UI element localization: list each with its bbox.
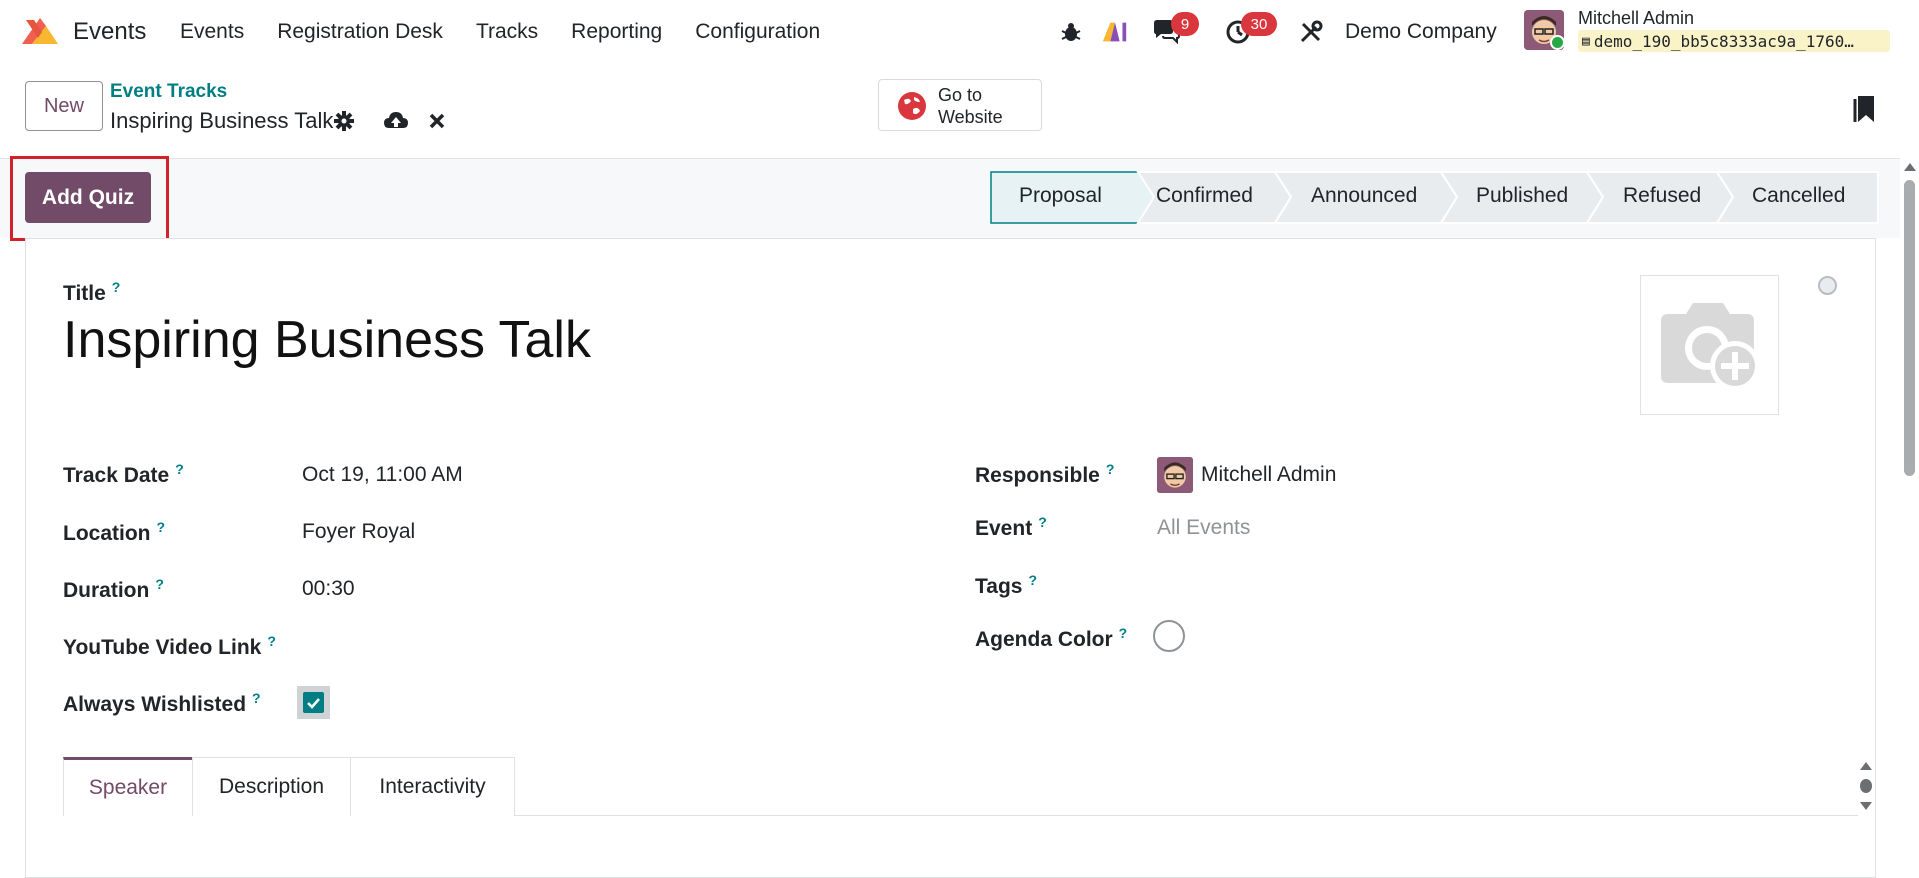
event-label-text: Event bbox=[975, 517, 1033, 540]
tools-icon[interactable] bbox=[1297, 18, 1325, 46]
stage-announced[interactable]: Announced bbox=[1311, 184, 1417, 208]
help-tooltip-icon[interactable]: ? bbox=[267, 633, 276, 649]
agenda-color-picker[interactable] bbox=[1153, 620, 1185, 652]
tags-label: Tags? bbox=[975, 572, 1037, 599]
database-name-text: demo_190_bb5c8333ac9a_1760… bbox=[1593, 31, 1854, 51]
track-date-field[interactable]: Oct 19, 11:00 AM bbox=[302, 463, 463, 487]
globe-icon bbox=[898, 92, 926, 120]
breadcrumb-current-record: Inspiring Business Talk bbox=[110, 108, 334, 133]
stage-confirmed[interactable]: Confirmed bbox=[1156, 184, 1253, 208]
location-label-text: Location bbox=[63, 522, 151, 545]
tab-speaker[interactable]: Speaker bbox=[63, 757, 193, 816]
title-input[interactable]: Inspiring Business Talk bbox=[63, 310, 591, 370]
new-button[interactable]: New bbox=[25, 81, 103, 131]
menu-configuration[interactable]: Configuration bbox=[695, 20, 820, 44]
app-name[interactable]: Events bbox=[73, 18, 146, 46]
always-wishlisted-label-text: Always Wishlisted bbox=[63, 693, 247, 716]
responsible-field[interactable]: Mitchell Admin bbox=[1201, 463, 1336, 487]
help-tooltip-icon[interactable]: ? bbox=[252, 690, 261, 706]
help-tooltip-icon[interactable]: ? bbox=[112, 279, 121, 295]
online-status-dot bbox=[1550, 35, 1565, 50]
help-tooltip-icon[interactable]: ? bbox=[1106, 461, 1115, 477]
help-tooltip-icon[interactable]: ? bbox=[1028, 572, 1037, 588]
agenda-color-label-text: Agenda Color bbox=[975, 628, 1113, 651]
stage-pipeline bbox=[990, 171, 1879, 224]
menu-tracks[interactable]: Tracks bbox=[476, 20, 538, 44]
kanban-state-indicator[interactable] bbox=[1818, 276, 1837, 295]
go-to-website-line-2: Website bbox=[938, 107, 1003, 127]
go-to-website-button[interactable]: Go to Website bbox=[878, 79, 1042, 131]
help-tooltip-icon[interactable]: ? bbox=[155, 576, 164, 592]
location-field[interactable]: Foyer Royal bbox=[302, 520, 415, 544]
track-date-label-text: Track Date bbox=[63, 464, 170, 487]
title-label-text: Title bbox=[63, 282, 106, 305]
help-tooltip-icon[interactable]: ? bbox=[175, 461, 184, 477]
company-switcher[interactable]: Demo Company bbox=[1345, 20, 1497, 44]
tab-description[interactable]: Description bbox=[192, 757, 351, 816]
messages-badge: 9 bbox=[1171, 12, 1199, 36]
scroll-up-arrow-icon[interactable] bbox=[1904, 163, 1916, 171]
tab-interactivity[interactable]: Interactivity bbox=[350, 757, 515, 816]
bookmark-icon[interactable] bbox=[1853, 94, 1877, 124]
tab-scroll-arrows-icon[interactable] bbox=[1858, 760, 1874, 812]
breadcrumb-event-tracks[interactable]: Event Tracks bbox=[110, 81, 227, 103]
stage-cancelled[interactable]: Cancelled bbox=[1752, 184, 1845, 208]
menu-reporting[interactable]: Reporting bbox=[571, 20, 662, 44]
location-label: Location? bbox=[63, 519, 165, 546]
title-label: Title? bbox=[63, 279, 120, 306]
camera-add-icon bbox=[1661, 303, 1760, 391]
track-date-label: Track Date? bbox=[63, 461, 184, 488]
go-to-website-label: Go to Website bbox=[938, 84, 1003, 128]
responsible-label-text: Responsible bbox=[975, 464, 1100, 487]
main-menu: Events Registration Desk Tracks Reportin… bbox=[180, 0, 853, 64]
youtube-link-label: YouTube Video Link? bbox=[63, 633, 276, 660]
image-upload[interactable] bbox=[1640, 275, 1779, 415]
discard-close-icon[interactable] bbox=[424, 108, 450, 134]
help-tooltip-icon[interactable]: ? bbox=[1119, 625, 1128, 641]
help-tooltip-icon[interactable]: ? bbox=[1038, 514, 1047, 530]
always-wishlisted-checkbox[interactable] bbox=[297, 686, 330, 719]
events-app-logo-icon[interactable] bbox=[18, 14, 62, 48]
duration-field[interactable]: 00:30 bbox=[302, 577, 355, 601]
go-to-website-line-1: Go to bbox=[938, 85, 983, 105]
database-name: ▤ demo_190_bb5c8333ac9a_1760… bbox=[1578, 30, 1890, 52]
stage-published[interactable]: Published bbox=[1476, 184, 1568, 208]
checkmark-icon bbox=[303, 692, 324, 713]
top-navbar: Events Events Registration Desk Tracks R… bbox=[0, 0, 1919, 64]
duration-label-text: Duration bbox=[63, 579, 150, 602]
always-wishlisted-label: Always Wishlisted? bbox=[63, 690, 261, 717]
database-icon: ▤ bbox=[1582, 33, 1590, 49]
menu-events[interactable]: Events bbox=[180, 20, 244, 44]
user-name[interactable]: Mitchell Admin bbox=[1578, 8, 1694, 29]
responsible-avatar bbox=[1157, 457, 1193, 493]
scrollbar-thumb[interactable] bbox=[1904, 180, 1915, 476]
event-field[interactable]: All Events bbox=[1157, 516, 1250, 540]
youtube-link-label-text: YouTube Video Link bbox=[63, 636, 262, 659]
menu-registration-desk[interactable]: Registration Desk bbox=[277, 20, 443, 44]
tags-input[interactable] bbox=[1157, 568, 1847, 602]
youtube-link-input[interactable] bbox=[302, 628, 902, 662]
event-label: Event? bbox=[975, 514, 1047, 541]
bug-icon[interactable] bbox=[1057, 18, 1085, 46]
responsible-label: Responsible? bbox=[975, 461, 1114, 488]
highlight-annotation-box bbox=[10, 156, 169, 241]
gear-icon[interactable] bbox=[331, 108, 357, 134]
stage-refused[interactable]: Refused bbox=[1623, 184, 1701, 208]
agenda-color-label: Agenda Color? bbox=[975, 625, 1127, 652]
save-cloud-icon[interactable] bbox=[383, 108, 409, 134]
tags-label-text: Tags bbox=[975, 575, 1023, 598]
stage-proposal[interactable]: Proposal bbox=[1019, 184, 1102, 208]
help-tooltip-icon[interactable]: ? bbox=[157, 519, 166, 535]
activities-badge: 30 bbox=[1241, 12, 1277, 36]
duration-label: Duration? bbox=[63, 576, 164, 603]
ai-icon[interactable] bbox=[1101, 18, 1129, 46]
